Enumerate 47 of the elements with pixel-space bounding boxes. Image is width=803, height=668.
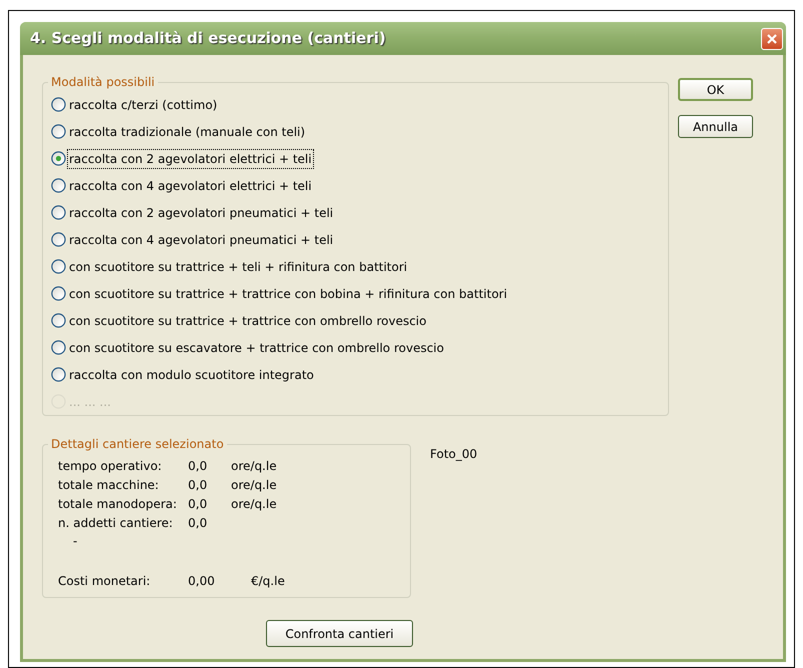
- radio-button[interactable]: [51, 97, 66, 112]
- option-label[interactable]: raccolta tradizionale (manuale con teli): [68, 122, 306, 140]
- field-value: 0,0: [188, 476, 208, 494]
- dialog-button[interactable]: OK: [678, 78, 753, 101]
- radio-button[interactable]: [51, 286, 66, 301]
- option-label[interactable]: raccolta con 2 agevolatori elettrici + teli: [68, 150, 313, 168]
- option-label[interactable]: con scuotitore su escavatore + trattrice con ombrello rovescio: [68, 338, 445, 356]
- field-label: tempo operativo:: [58, 458, 163, 474]
- field-value: 0,0: [188, 458, 208, 474]
- group-legend: Modalità possibili: [48, 73, 158, 91]
- window-title: 4. Scegli modalità di esecuzione (cantieri): [30, 28, 386, 50]
- dialog-button[interactable]: Annulla: [678, 115, 753, 138]
- option-label[interactable]: con scuotitore su trattrice + trattrice con bobina + rifinitura con battitori: [68, 284, 508, 302]
- unit-label: ore/q.le: [231, 496, 277, 512]
- field-label: n. addetti cantiere:: [58, 514, 174, 532]
- radio-button[interactable]: [51, 124, 66, 139]
- field-value: 0,0: [188, 514, 208, 532]
- option-label[interactable]: raccolta con 2 agevolatori pneumatici + teli: [68, 204, 334, 222]
- unit-label: ore/q.le: [231, 476, 277, 494]
- radio-button[interactable]: [51, 259, 66, 274]
- radio-button[interactable]: [51, 205, 66, 220]
- radio-button[interactable]: [51, 340, 66, 355]
- dash-text: -: [73, 534, 78, 548]
- option-label[interactable]: con scuotitore su trattrice + trattrice con ombrello rovescio: [68, 312, 428, 330]
- option-label: ... ... ...: [68, 394, 112, 410]
- close-button[interactable]: [761, 28, 783, 50]
- group-legend: Dettagli cantiere selezionato: [48, 435, 227, 453]
- unit-label: €/q.le: [251, 572, 285, 590]
- radio-button[interactable]: [51, 367, 66, 382]
- close-icon: [766, 32, 778, 44]
- option-label[interactable]: con scuotitore su trattrice + teli + rifinitura con battitori: [68, 258, 408, 276]
- radio-button[interactable]: [51, 232, 66, 247]
- option-label[interactable]: raccolta con 4 agevolatori pneumatici + teli: [68, 230, 334, 248]
- field-value: 0,0: [188, 496, 208, 512]
- field-label: Costi monetari:: [58, 572, 152, 590]
- field-label: totale macchine:: [58, 476, 160, 494]
- option-label[interactable]: raccolta c/terzi (cottimo): [68, 96, 218, 114]
- photo-label: Foto_00: [430, 446, 478, 463]
- radio-button[interactable]: [51, 313, 66, 328]
- option-label[interactable]: raccolta con modulo scuotitore integrato: [68, 366, 315, 384]
- radio-button[interactable]: [51, 151, 66, 166]
- field-value: 0,00: [188, 572, 216, 590]
- compare-button[interactable]: Confronta cantieri: [266, 620, 413, 647]
- option-label[interactable]: raccolta con 4 agevolatori elettrici + teli: [68, 176, 313, 194]
- radio-button[interactable]: [51, 178, 66, 193]
- unit-label: ore/q.le: [231, 458, 277, 474]
- field-label: totale manodopera:: [58, 496, 178, 512]
